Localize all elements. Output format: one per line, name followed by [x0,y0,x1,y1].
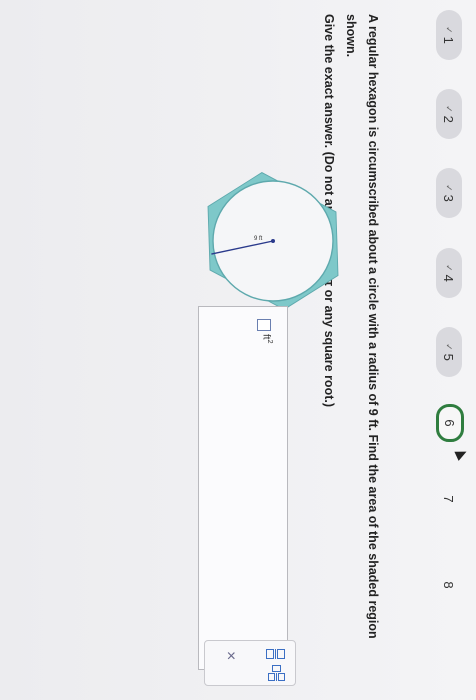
check-icon: ✓ [444,105,455,113]
question-5-button[interactable]: ✓ 5 [436,327,462,377]
check-icon: ✓ [444,184,455,192]
question-7-button[interactable]: 7 [436,480,462,518]
close-icon[interactable]: × [221,651,239,660]
math-toolbar: × [204,640,296,686]
mouse-cursor-icon [454,447,469,461]
question-3-label: 3 [441,194,457,202]
center-dot [271,239,275,243]
answer-unit: ft2 [261,334,273,343]
question-4-button[interactable]: ✓ 4 [436,248,462,298]
question-6-label: 6 [442,419,458,427]
question-instruction: Give the exact answer. (Do not approxima… [318,14,340,684]
check-icon: ✓ [444,264,455,272]
answer-area: ft2 [198,306,288,670]
question-8-button[interactable]: 8 [436,566,462,604]
question-7-label: 7 [441,495,457,503]
question-6-button[interactable]: 6 [436,404,464,442]
question-1-label: 1 [441,36,457,44]
unit-exponent: 2 [266,339,273,344]
check-icon: ✓ [444,26,455,34]
question-text-block: A regular hexagon is circumscribed about… [318,14,384,684]
page: ✓ 1 ✓ 2 ✓ 3 ✓ 4 ✓ 5 6 7 8 A regular hexa… [0,0,476,700]
question-2-button[interactable]: ✓ 2 [436,89,462,139]
question-1-button[interactable]: ✓ 1 [436,10,462,60]
question-5-label: 5 [441,353,457,361]
question-navigation: ✓ 1 ✓ 2 ✓ 3 ✓ 4 ✓ 5 6 7 8 [406,0,476,700]
question-3-button[interactable]: ✓ 3 [436,168,462,218]
question-2-label: 2 [441,115,457,123]
hexagon-circle-figure: 9 ft [207,172,339,310]
question-text: A regular hexagon is circumscribed about… [344,14,380,639]
fraction-icon[interactable] [266,649,285,659]
question-8-label: 8 [441,581,457,589]
question-4-label: 4 [441,274,457,282]
radius-label: 9 ft [254,236,263,242]
answer-input[interactable] [257,319,271,331]
check-icon: ✓ [444,343,455,351]
